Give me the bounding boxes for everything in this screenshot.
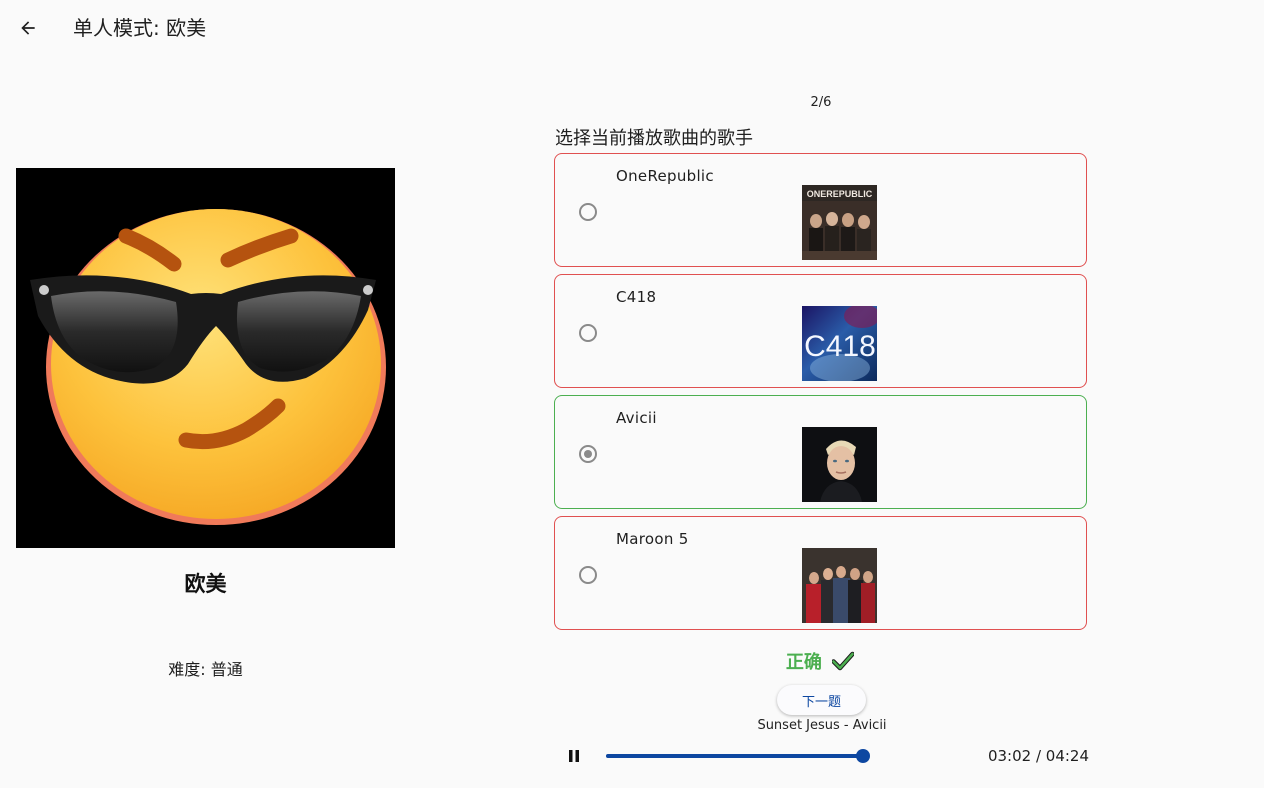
artist-thumbnail: C418 bbox=[802, 306, 877, 381]
thumb-logo-text: C418 bbox=[804, 330, 876, 363]
option-label: OneRepublic bbox=[616, 167, 714, 185]
artist-thumbnail bbox=[802, 548, 877, 623]
seek-bar-progress bbox=[606, 754, 863, 758]
category-cover-image bbox=[16, 168, 395, 548]
option-label: C418 bbox=[616, 288, 657, 306]
seek-bar-thumb[interactable] bbox=[855, 749, 870, 763]
arrow-left-icon bbox=[21, 21, 35, 35]
option-radio[interactable] bbox=[579, 324, 597, 342]
smirking-face-with-sunglasses-emoji bbox=[16, 168, 395, 548]
difficulty-label: 难度: 普通 bbox=[168, 660, 243, 679]
next-question-button[interactable]: 下一题 bbox=[777, 685, 866, 715]
thumb-logo-text: ONEREPUBLIC bbox=[807, 189, 873, 199]
option-label: Avicii bbox=[616, 409, 657, 427]
category-name: 欧美 bbox=[184, 572, 227, 596]
option-c418[interactable]: C418 C418 bbox=[554, 274, 1087, 388]
option-label: Maroon 5 bbox=[616, 530, 689, 548]
checkmark-icon bbox=[832, 651, 855, 671]
question-progress: 2/6 bbox=[810, 95, 832, 110]
answer-result: 正确 bbox=[760, 648, 880, 674]
playback-time: 03:02 / 04:24 bbox=[987, 747, 1089, 765]
now-playing-song: Sunset Jesus - Avicii bbox=[757, 718, 887, 733]
option-radio[interactable] bbox=[579, 203, 597, 221]
back-button[interactable] bbox=[14, 14, 42, 42]
artist-thumbnail: ONEREPUBLIC bbox=[802, 185, 877, 260]
option-avicii[interactable]: Avicii bbox=[554, 395, 1087, 509]
option-onerepublic[interactable]: OneRepublic ONEREPUBLIC bbox=[554, 153, 1087, 267]
result-label: 正确 bbox=[785, 652, 822, 673]
page-title: 单人模式: 欧美 bbox=[73, 16, 207, 40]
pause-button[interactable] bbox=[562, 744, 586, 768]
option-radio-checked[interactable] bbox=[579, 445, 597, 463]
pause-icon bbox=[569, 750, 579, 762]
artist-thumbnail bbox=[802, 427, 877, 502]
option-maroon-5[interactable]: Maroon 5 bbox=[554, 516, 1087, 630]
seek-bar[interactable] bbox=[606, 749, 870, 763]
question-text: 选择当前播放歌曲的歌手 bbox=[555, 128, 753, 149]
option-radio[interactable] bbox=[579, 566, 597, 584]
app-bar: 单人模式: 欧美 bbox=[0, 0, 1264, 56]
